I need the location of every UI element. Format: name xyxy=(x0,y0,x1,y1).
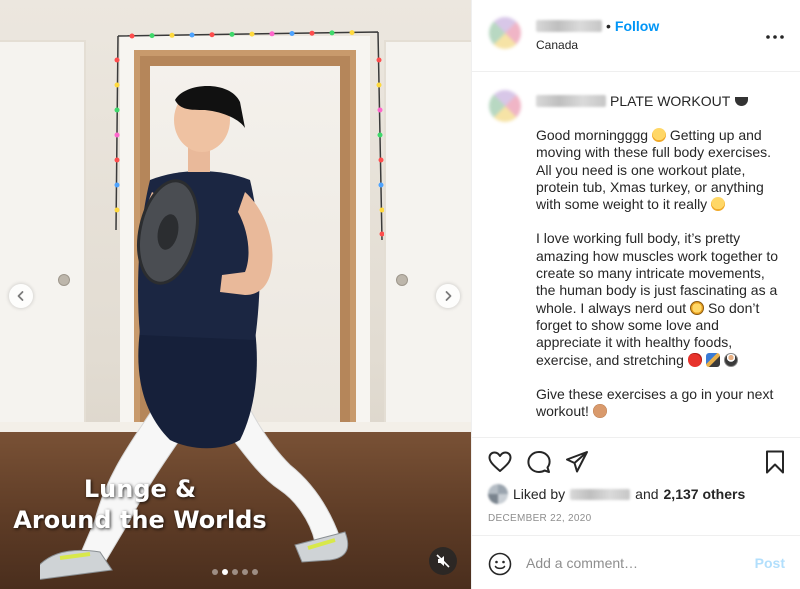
share-paper-plane-icon[interactable] xyxy=(564,449,590,475)
liker-username-redacted[interactable] xyxy=(570,488,631,500)
caption-author-avatar[interactable] xyxy=(489,90,521,122)
overlay-line-1: Lunge & xyxy=(83,475,197,503)
author-username-redacted[interactable] xyxy=(536,20,602,32)
caption-username-redacted[interactable] xyxy=(536,95,606,107)
overlay-line-2: Around the Worlds xyxy=(13,506,267,534)
runner-emoji-icon xyxy=(705,352,720,367)
video-overlay-text: Lunge & Around the Worlds xyxy=(10,474,270,536)
liker-avatar[interactable] xyxy=(488,484,508,504)
muted-speaker-icon xyxy=(436,554,450,568)
bowl-emoji-icon xyxy=(735,96,749,106)
post-actions-bar xyxy=(472,437,800,487)
grinning-face-emoji-icon xyxy=(711,197,726,212)
post-details-panel: • Follow Canada PLATE WORKOUT Good morni… xyxy=(471,0,800,589)
nerd-face-emoji-icon xyxy=(690,300,705,315)
comment-input[interactable] xyxy=(526,553,746,573)
carousel-dot xyxy=(252,569,258,575)
post-media-video[interactable]: Lunge & Around the Worlds xyxy=(0,0,471,589)
more-dots-icon xyxy=(766,35,784,39)
caption-header: PLATE WORKOUT xyxy=(536,93,749,109)
add-comment-bar: Post xyxy=(472,535,800,589)
yoga-emoji-icon xyxy=(723,352,738,367)
next-slide-button[interactable] xyxy=(436,284,460,308)
caption-paragraph-2: I love working full body, it’s pretty am… xyxy=(536,230,786,368)
post-date[interactable]: DECEMBER 22, 2020 xyxy=(488,513,591,524)
right-door xyxy=(384,40,471,432)
chevron-left-icon xyxy=(17,291,24,301)
caption-p3-text: Give these exercises a go in your next w… xyxy=(536,385,774,420)
comment-bubble-icon[interactable] xyxy=(526,449,552,475)
mute-toggle-button[interactable] xyxy=(429,547,457,575)
hand-emoji-icon xyxy=(592,404,607,419)
caption-paragraph-3: Give these exercises a go in your next w… xyxy=(536,386,786,421)
chevron-right-icon xyxy=(445,291,452,301)
author-avatar[interactable] xyxy=(489,17,521,49)
liked-by-label: Liked by xyxy=(513,486,566,502)
carousel-dot xyxy=(212,569,218,575)
and-label: and xyxy=(635,486,659,502)
carousel-dot xyxy=(222,569,228,575)
instagram-post: Lunge & Around the Worlds • Follow Canad… xyxy=(0,0,800,589)
likes-count-link[interactable]: 2,137 others xyxy=(664,486,746,502)
heart-icon[interactable] xyxy=(487,449,513,475)
author-row: • Follow xyxy=(536,18,659,34)
post-comment-button[interactable]: Post xyxy=(755,555,785,571)
smiling-face-emoji-icon xyxy=(651,128,666,142)
caption-title: PLATE WORKOUT xyxy=(610,93,731,109)
likes-summary: Liked by and 2,137 others xyxy=(488,484,745,504)
caption-section: PLATE WORKOUT Good morningggg Getting up… xyxy=(472,73,800,437)
apple-emoji-icon xyxy=(687,352,702,367)
carousel-dot xyxy=(242,569,248,575)
follow-button[interactable]: Follow xyxy=(615,18,659,34)
bookmark-icon[interactable] xyxy=(762,449,788,475)
carousel-dot xyxy=(232,569,238,575)
location-link[interactable]: Canada xyxy=(536,38,578,52)
post-header: • Follow Canada xyxy=(472,0,800,72)
carousel-indicator xyxy=(212,569,258,575)
caption-p1-part-a: Good morningggg xyxy=(536,127,649,143)
caption-text: Good morningggg Getting up and moving wi… xyxy=(536,127,786,437)
more-options-button[interactable] xyxy=(765,27,785,47)
caption-paragraph-1: Good morningggg Getting up and moving wi… xyxy=(536,127,786,213)
smiley-icon[interactable] xyxy=(488,552,512,576)
previous-slide-button[interactable] xyxy=(9,284,33,308)
separator-dot: • xyxy=(606,18,611,34)
